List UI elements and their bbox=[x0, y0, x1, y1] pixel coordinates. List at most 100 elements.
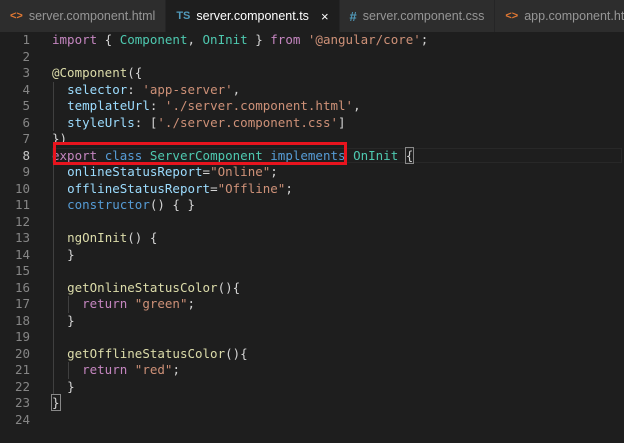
code-line: 15 bbox=[0, 263, 624, 280]
tab-bar: <> server.component.html TS server.compo… bbox=[0, 0, 624, 32]
code-line: 23 } bbox=[0, 394, 624, 412]
keyword: return bbox=[82, 362, 128, 377]
punctuation: () { bbox=[127, 230, 158, 245]
line-number: 20 bbox=[14, 345, 30, 361]
class-name: Component bbox=[119, 32, 188, 47]
code-line: 22 } bbox=[0, 378, 624, 395]
function-name: getOnlineStatusColor bbox=[67, 279, 218, 295]
html-file-icon: <> bbox=[10, 10, 23, 22]
line-number: 7 bbox=[22, 131, 30, 146]
string: 'app-server' bbox=[142, 81, 233, 97]
line-number: 5 bbox=[22, 98, 30, 113]
line-number: 18 bbox=[14, 312, 30, 328]
code-line: 2 bbox=[0, 49, 624, 66]
line-number: 14 bbox=[14, 246, 30, 262]
line-number: 13 bbox=[14, 230, 30, 245]
class-name: OnInit bbox=[202, 32, 248, 47]
punctuation: , bbox=[187, 32, 203, 47]
string: "green" bbox=[134, 296, 188, 311]
line-number: 24 bbox=[14, 411, 30, 427]
line-number: 1 bbox=[22, 32, 30, 47]
typescript-file-icon: TS bbox=[176, 10, 191, 22]
tab-label: app.component.html bbox=[524, 9, 624, 23]
code-line: 12 bbox=[0, 213, 624, 230]
matched-bracket: { bbox=[404, 146, 415, 164]
code-line: 24 bbox=[0, 412, 624, 429]
line-number: 17 bbox=[14, 296, 30, 311]
code-line: 5 templateUrl: './server.component.html'… bbox=[0, 98, 624, 115]
property: offlineStatusReport bbox=[67, 180, 211, 196]
code-line: 16 getOnlineStatusColor(){ bbox=[0, 279, 624, 296]
tab-label: server.component.css bbox=[362, 9, 485, 23]
punctuation: } bbox=[67, 378, 75, 394]
code-editor: <> server.component.html TS server.compo… bbox=[0, 0, 624, 443]
matched-bracket: } bbox=[51, 394, 61, 411]
punctuation: , bbox=[353, 98, 361, 113]
punctuation: } bbox=[67, 312, 75, 328]
class-name: OnInit bbox=[353, 147, 399, 163]
punctuation: = bbox=[202, 164, 211, 179]
code-line: 1 import { Component, OnInit } from '@an… bbox=[0, 32, 624, 49]
code-line: 14 } bbox=[0, 246, 624, 263]
line-number: 9 bbox=[22, 164, 30, 179]
line-number: 11 bbox=[14, 197, 30, 212]
punctuation: : bbox=[134, 114, 150, 130]
string: "red" bbox=[134, 362, 173, 377]
string: '@angular/core' bbox=[307, 32, 421, 47]
keyword: constructor bbox=[67, 197, 150, 212]
function-name: ngOnInit bbox=[67, 230, 128, 245]
tab-label: server.component.ts bbox=[196, 9, 309, 23]
property: selector bbox=[67, 81, 128, 97]
line-number: 10 bbox=[14, 180, 30, 196]
punctuation: ; bbox=[420, 32, 429, 47]
highlight-box-styleurls bbox=[53, 142, 347, 165]
punctuation: { bbox=[97, 32, 120, 47]
tab-server-component-html[interactable]: <> server.component.html bbox=[0, 0, 167, 32]
punctuation: } bbox=[67, 246, 75, 262]
punctuation: ; bbox=[285, 180, 293, 196]
line-number: 2 bbox=[22, 48, 30, 64]
tab-server-component-ts[interactable]: TS server.component.ts × bbox=[166, 0, 340, 32]
line-number: 22 bbox=[14, 378, 30, 394]
line-number: 4 bbox=[22, 81, 30, 97]
punctuation: ; bbox=[172, 362, 180, 377]
code-line: 19 bbox=[0, 329, 624, 346]
line-number: 16 bbox=[14, 279, 30, 295]
punctuation: } bbox=[247, 32, 271, 47]
punctuation: () { } bbox=[149, 197, 196, 212]
code-line: 20 getOfflineStatusColor(){ bbox=[0, 345, 624, 362]
code-line: 3 @Component({ bbox=[0, 65, 624, 82]
keyword: return bbox=[82, 296, 128, 311]
line-number: 3 bbox=[22, 65, 30, 80]
css-file-icon: # bbox=[349, 8, 357, 24]
code-area[interactable]: 1 import { Component, OnInit } from '@an… bbox=[0, 32, 624, 443]
close-icon[interactable]: × bbox=[321, 9, 329, 24]
tab-server-component-css[interactable]: # server.component.css bbox=[339, 0, 496, 32]
punctuation: ; bbox=[270, 164, 278, 179]
keyword: import bbox=[52, 32, 98, 47]
property: onlineStatusReport bbox=[67, 164, 203, 179]
code-line: 17 return "green"; bbox=[0, 296, 624, 313]
property: templateUrl bbox=[67, 98, 150, 113]
string: './server.component.html' bbox=[164, 98, 354, 113]
punctuation: ] bbox=[338, 114, 346, 130]
html-file-icon: <> bbox=[505, 10, 519, 22]
code-line: 13 ngOnInit() { bbox=[0, 230, 624, 247]
punctuation: = bbox=[210, 180, 218, 196]
line-number: 6 bbox=[22, 114, 30, 130]
keyword: from bbox=[270, 32, 301, 47]
tab-app-component-html[interactable]: <> app.component.html bbox=[495, 0, 624, 32]
code-line: 18 } bbox=[0, 312, 624, 329]
code-line: 11 constructor() { } bbox=[0, 197, 624, 214]
string: "Offline" bbox=[217, 180, 286, 196]
punctuation: ({ bbox=[127, 65, 143, 80]
tab-label: server.component.html bbox=[28, 9, 156, 23]
line-number: 21 bbox=[14, 362, 30, 377]
code-line: 9 onlineStatusReport="Online"; bbox=[0, 164, 624, 181]
punctuation: : bbox=[149, 98, 165, 113]
punctuation: ; bbox=[187, 296, 196, 311]
property: styleUrls bbox=[67, 114, 135, 130]
punctuation: (){ bbox=[225, 345, 248, 361]
code-line: 4 selector: 'app-server', bbox=[0, 81, 624, 98]
